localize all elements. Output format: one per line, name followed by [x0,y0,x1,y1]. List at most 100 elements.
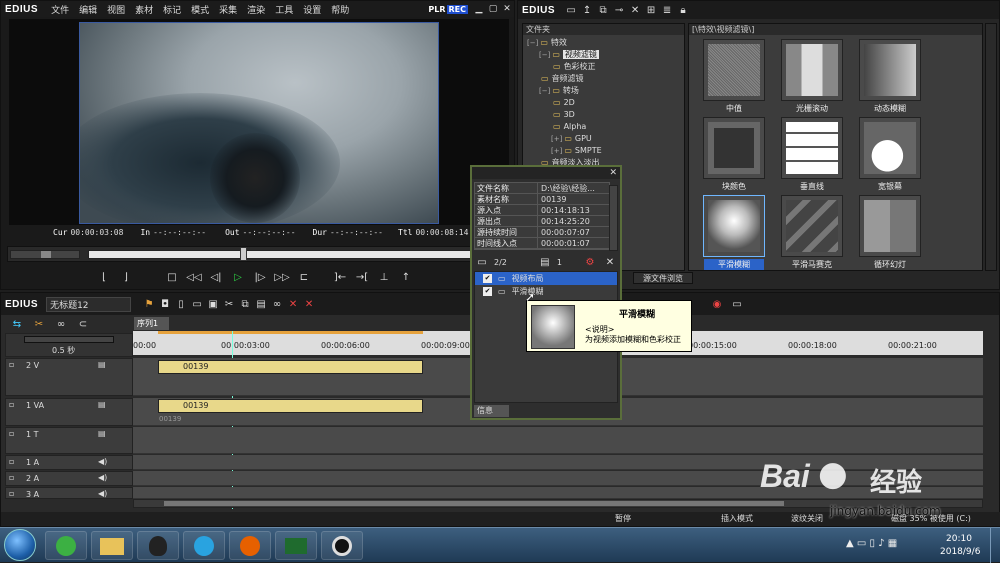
copy-icon[interactable]: ⧉ [595,3,611,17]
tree-item[interactable]: ▭ 音频滤镜 [523,73,684,85]
track-lock-icon[interactable]: ▫ [9,360,14,369]
track-header[interactable]: ▫ 1 A ◀) [5,455,133,470]
open-icon[interactable]: ▭ [189,297,205,311]
effect-tile[interactable] [859,117,921,179]
taskbar-app-media[interactable] [183,531,225,560]
link-tracks-icon[interactable]: ∞ [53,317,69,331]
menu-item[interactable]: 工具 [270,3,298,16]
filter-item[interactable]: ✔ ▭ 平滑模糊 [475,285,617,298]
show-desktop-button[interactable] [990,528,1000,563]
tree-item[interactable]: ▭ 色彩校正 [523,61,684,73]
filter-settings-icon[interactable]: ⚙ [582,255,598,269]
taskbar-app-360[interactable] [45,531,87,560]
close-icon[interactable]: ✕ [500,3,514,15]
new-file-icon[interactable]: ▯ [173,297,189,311]
rec-indicator[interactable]: REC [446,4,468,14]
filter-item[interactable]: ✔ ▭ 视频布局 [475,272,617,285]
play-icon[interactable]: ▷ [230,270,246,284]
razor-icon[interactable]: ✂ [31,317,47,331]
menu-item[interactable]: 标记 [158,3,186,16]
info-scrollbar[interactable] [609,185,618,251]
tree-item[interactable]: [+] ▭ GPU [523,133,684,145]
track-mode-icon[interactable]: ◀) [98,489,107,498]
effect-tile[interactable] [703,39,765,101]
menu-item[interactable]: 文件 [46,3,74,16]
clock-time[interactable]: 20:10 [946,534,972,544]
shuttle-slider[interactable] [10,250,80,259]
step-forward-icon[interactable]: |▷ [252,270,268,284]
mark-in-icon[interactable]: ⌊ [96,270,112,284]
track-header[interactable]: ▫ 3 A ◀) [5,487,133,499]
up-icon[interactable]: ↥ [579,3,595,17]
info-tab[interactable]: 信息 [474,405,509,417]
paste-icon[interactable]: ▤ [253,297,269,311]
plr-indicator[interactable]: PLR [427,5,446,14]
track-header[interactable]: ▫ 2 V ▤ [5,358,133,396]
effects-scrollbar[interactable] [985,23,997,271]
info-close-icon[interactable]: ✕ [609,168,617,178]
timeline-clip[interactable]: 00139 [158,399,423,413]
track-mode-icon[interactable]: ▤ [98,400,106,409]
tree-item[interactable]: [−] ▭ 特效 [523,37,684,49]
save-icon[interactable]: ▣ [205,297,221,311]
clock-date[interactable]: 2018/9/6 [940,547,980,557]
taskbar-app-firefox[interactable] [229,531,271,560]
delete-clip-icon[interactable]: ✕ [285,297,301,311]
source-browser-tab[interactable]: 源文件浏览 [633,272,693,284]
taskbar-app-qq[interactable] [137,531,179,560]
menu-item[interactable]: 编辑 [74,3,102,16]
split-icon[interactable]: ⊥ [376,270,392,284]
zoom-slider[interactable] [24,336,114,343]
menu-item[interactable]: 帮助 [326,3,354,16]
step-back-icon[interactable]: ◁| [208,270,224,284]
menu-item[interactable]: 素材 [130,3,158,16]
track-mode-icon[interactable]: ▤ [98,360,106,369]
menu-item[interactable]: 渲染 [242,3,270,16]
track-mode-icon[interactable]: ◀) [98,457,107,466]
snap-icon[interactable]: ⊂ [75,317,91,331]
effect-tile[interactable] [781,195,843,257]
maximize-icon[interactable]: ▢ [486,3,500,15]
tree-item[interactable]: [+] ▭ SMPTE [523,145,684,157]
filter-checkbox[interactable]: ✔ [483,287,492,296]
menu-item[interactable]: 模式 [186,3,214,16]
record-icon[interactable]: ◉ [709,297,725,311]
delete-icon[interactable]: ✕ [627,3,643,17]
start-button[interactable] [4,529,36,561]
overwrite-icon[interactable]: →[ [354,270,370,284]
list-icon[interactable]: ≣ [659,3,675,17]
track-lock-icon[interactable]: ▫ [9,457,14,466]
taskbar-app-recorder[interactable] [321,531,363,560]
tree-toggle-icon[interactable]: [−] [539,87,550,95]
minimize-icon[interactable]: ▁ [472,3,486,15]
effect-icon[interactable]: ⚑ [141,297,157,311]
tree-item[interactable]: ▭ 3D [523,109,684,121]
tree-item[interactable]: ▭ 2D [523,97,684,109]
mark-out-icon[interactable]: ⌋ [118,270,134,284]
track-mode-icon[interactable]: ◀) [98,473,107,482]
lift-icon[interactable]: ↑ [398,270,414,284]
insert-icon[interactable]: ]← [332,270,348,284]
track-lock-icon[interactable]: ▫ [9,429,14,438]
track-header[interactable]: ▫ 1 VA ▤ [5,398,133,426]
menu-item[interactable]: 采集 [214,3,242,16]
tree-item[interactable]: [−] ▭ 转场 [523,85,684,97]
loop-icon[interactable]: ⊏ [296,270,312,284]
menu-item[interactable]: 设置 [298,3,326,16]
playhead-marker[interactable] [240,247,247,261]
tree-item[interactable]: [−] ▭ 视频滤镜 [523,49,684,61]
tree-toggle-icon[interactable]: [+] [551,135,562,143]
link-icon[interactable]: ∞ [269,297,285,311]
rewind-icon[interactable]: ◁◁ [186,270,202,284]
view-icon[interactable]: ⊞ [643,3,659,17]
track-mode-icon[interactable]: ▤ [98,429,106,438]
folder-icon[interactable]: ▭ [563,3,579,17]
effect-tile[interactable] [859,195,921,257]
effect-tile[interactable] [781,39,843,101]
timescale[interactable]: 0.5 秒 [52,345,75,356]
position-bar[interactable] [88,250,508,259]
track-lock-icon[interactable]: ▫ [9,489,14,498]
effect-tile[interactable] [703,195,765,257]
tree-toggle-icon[interactable]: [−] [527,39,538,47]
tree-toggle-icon[interactable]: [−] [539,51,550,59]
